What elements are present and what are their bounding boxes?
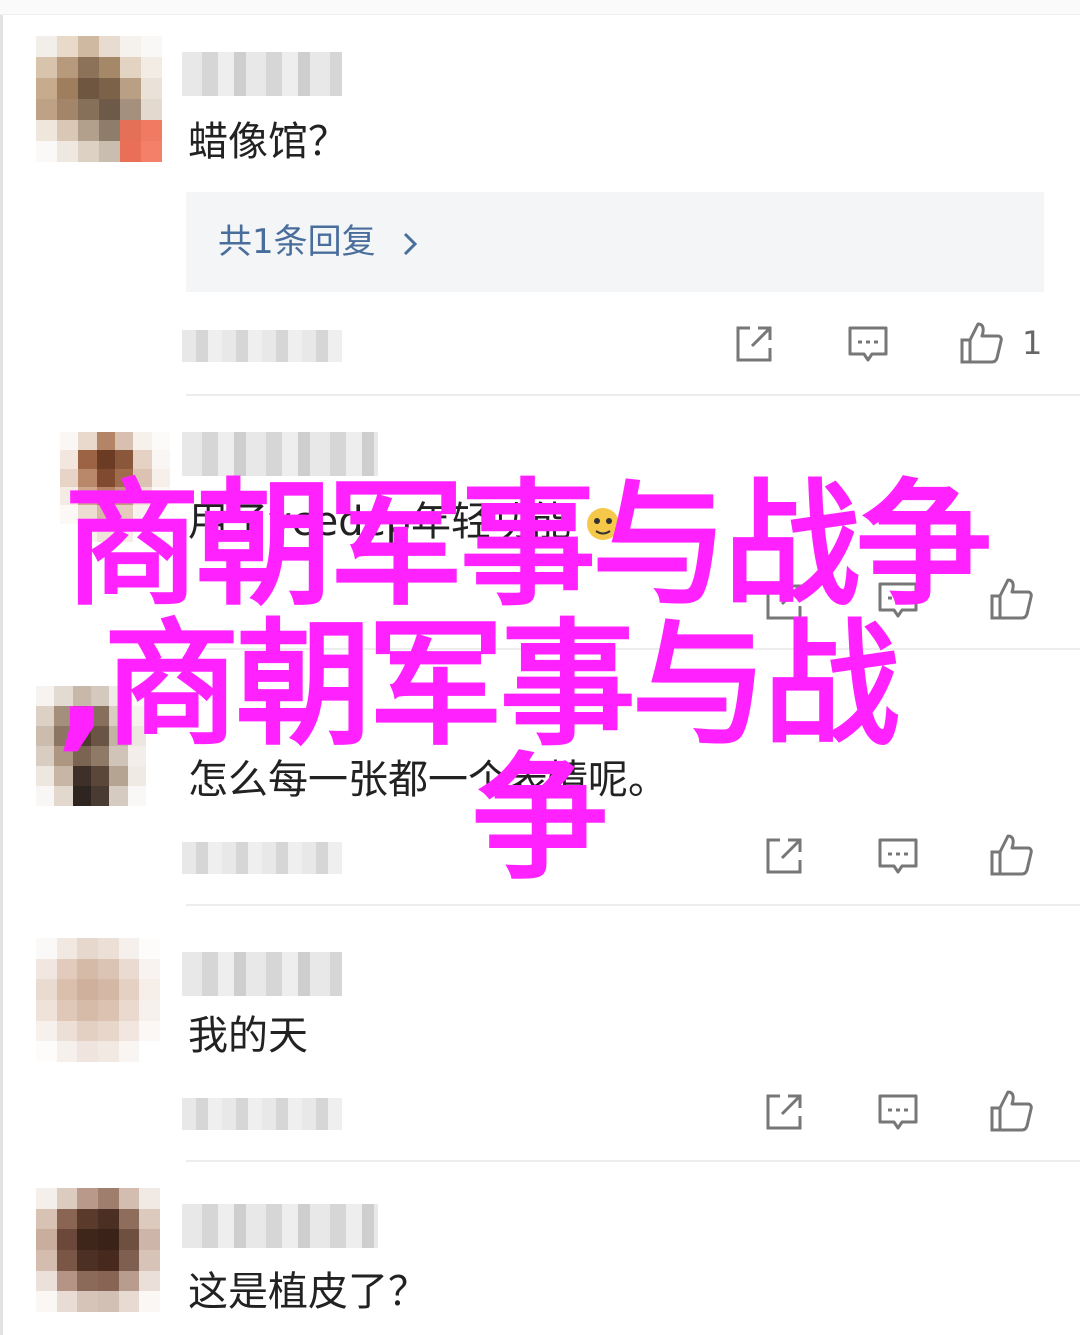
comment-icon	[878, 838, 918, 874]
comment-text: 怎么每一张都一个表情呢。	[188, 757, 668, 803]
comment-button[interactable]	[876, 580, 920, 622]
comment-icon	[848, 326, 888, 362]
like-icon	[990, 1090, 1033, 1132]
like-button[interactable]	[988, 1088, 1034, 1134]
share-icon	[766, 1094, 802, 1130]
like-icon	[960, 322, 1003, 364]
comment-icon	[878, 582, 918, 618]
avatar[interactable]	[36, 686, 146, 806]
share-button[interactable]	[762, 834, 806, 878]
comment-button[interactable]	[846, 324, 890, 366]
view-replies-link[interactable]: 共1条回复	[218, 216, 422, 268]
share-icon	[766, 838, 802, 874]
comment-text: 蜡像馆？	[188, 119, 348, 165]
share-button[interactable]	[762, 1090, 806, 1134]
comment-text: 用了ycedcp年轻功能	[188, 496, 622, 548]
timestamp-blurred	[182, 1098, 342, 1130]
share-icon	[766, 584, 802, 620]
chevron-right-icon	[404, 232, 418, 255]
comment-text-content: 用了ycedcp年轻功能	[188, 499, 572, 545]
like-button[interactable]	[988, 832, 1034, 878]
left-border	[0, 0, 3, 1335]
divider	[186, 1160, 1080, 1162]
timestamp-blurred	[182, 842, 342, 874]
share-button[interactable]	[732, 322, 776, 366]
like-button[interactable]: 1	[958, 320, 1042, 366]
comment-text: 我的天	[188, 1013, 308, 1059]
avatar[interactable]	[60, 432, 170, 542]
username-blurred[interactable]	[182, 52, 342, 96]
avatar[interactable]	[36, 1188, 160, 1312]
emoji-icon	[586, 508, 619, 540]
divider	[186, 648, 1080, 650]
like-count: 1	[1022, 324, 1043, 362]
comment-button[interactable]	[876, 836, 920, 878]
divider	[186, 904, 1080, 906]
overlay-title-line-2: ,商朝军事与战	[56, 607, 900, 765]
top-border	[0, 0, 1080, 15]
replies-box[interactable]: 共1条回复	[186, 192, 1044, 292]
username-blurred[interactable]	[182, 1204, 378, 1248]
timestamp-blurred	[182, 330, 342, 362]
username-blurred[interactable]	[182, 432, 378, 476]
like-icon	[990, 834, 1033, 876]
divider	[186, 394, 1080, 396]
like-icon	[990, 578, 1033, 620]
username-blurred[interactable]	[182, 952, 342, 996]
comment-button[interactable]	[876, 1092, 920, 1134]
avatar[interactable]	[36, 938, 160, 1062]
reply-count-label: 共1条回复	[218, 222, 376, 262]
share-icon	[736, 326, 772, 362]
like-button[interactable]	[988, 576, 1034, 622]
comment-icon	[878, 1094, 918, 1130]
avatar[interactable]	[36, 36, 162, 162]
share-button[interactable]	[762, 580, 806, 624]
comment-text: 这是植皮了？	[188, 1269, 428, 1315]
